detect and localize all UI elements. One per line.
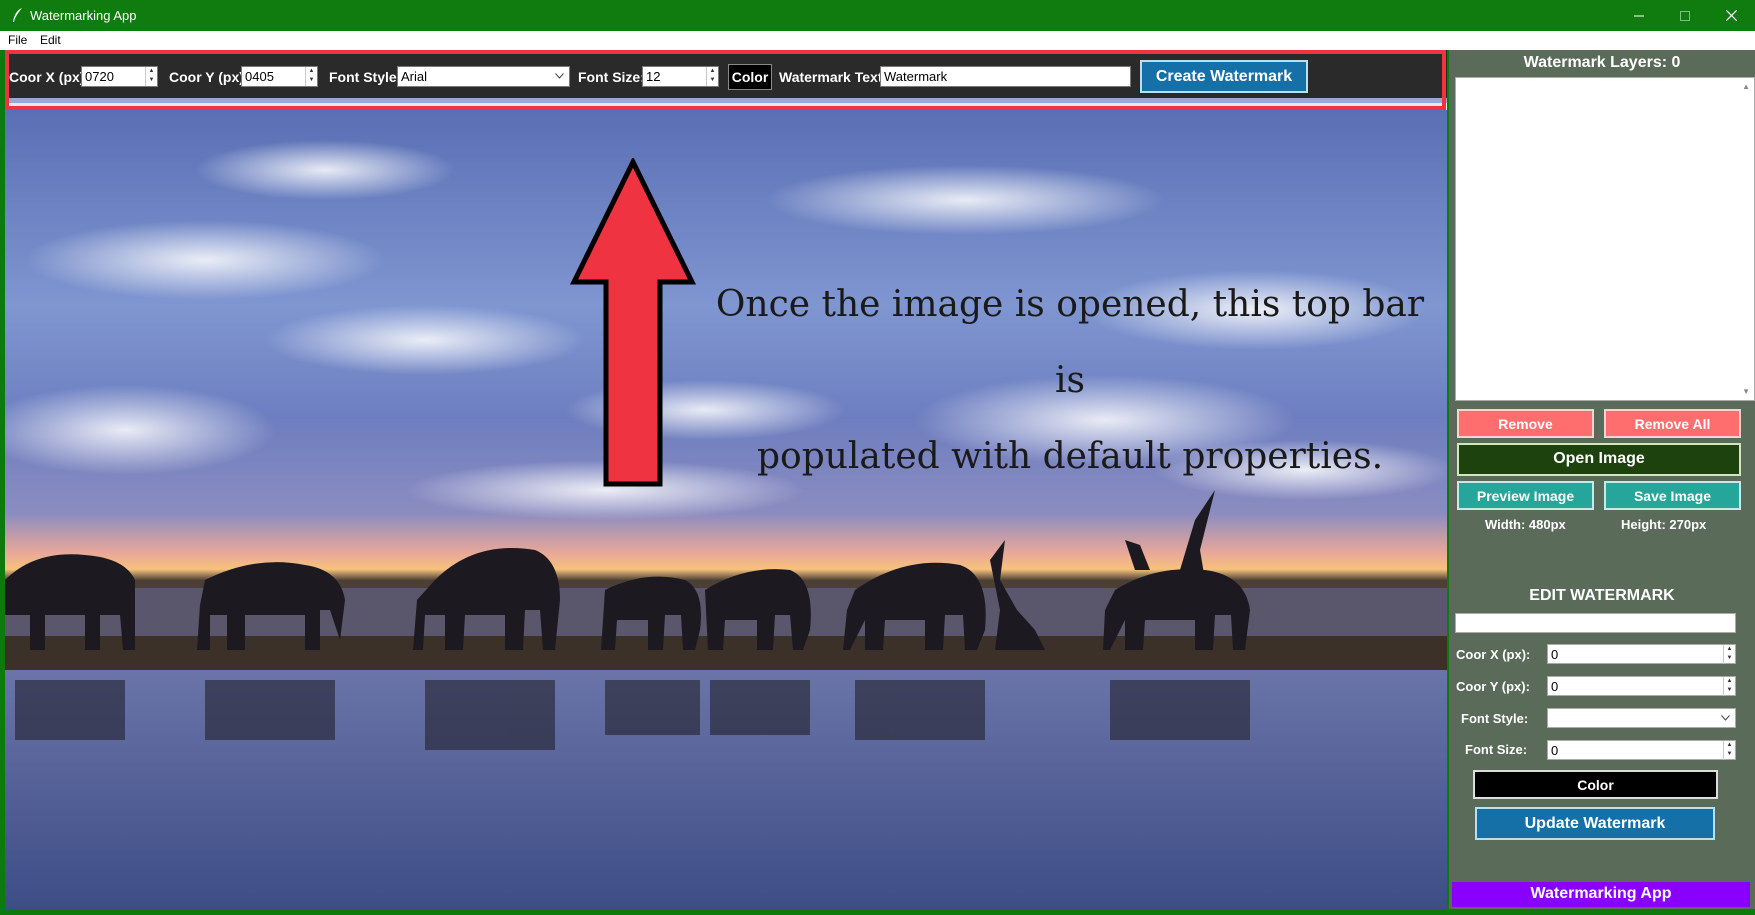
down-arrow-icon: ▼ [1726,751,1733,757]
toolbar-underbar [5,98,1447,103]
coor-x-value: 0720 [85,69,114,84]
menu-file[interactable]: File [8,33,27,47]
annotation-line-1: Once the image is opened, this top bar i… [715,284,1425,401]
edit-coor-y-spinbox[interactable]: 0 ▲ ▼ [1547,676,1736,696]
maximize-button[interactable] [1662,0,1708,31]
up-arrow-icon: ▲ [709,68,716,74]
menu-edit[interactable]: Edit [40,33,61,47]
edit-coor-y-label: Coor Y (px): [1456,679,1530,694]
scroll-up-icon[interactable]: ▲ [1742,82,1750,91]
close-icon [1725,10,1737,21]
up-arrow-icon: ▲ [1726,646,1733,652]
open-image-button[interactable]: Open Image [1457,443,1741,476]
up-arrow-icon: ▲ [308,68,315,74]
coor-x-stepper[interactable]: ▲ ▼ [145,67,157,86]
edit-watermark-text-input[interactable] [1455,613,1736,633]
edit-coor-x-stepper[interactable]: ▲ ▼ [1723,645,1735,664]
edit-watermark-title: EDIT WATERMARK [1529,587,1675,604]
maximize-icon [1680,10,1690,21]
down-arrow-icon: ▼ [148,77,155,83]
watermark-text-value: Watermark [884,69,948,84]
chevron-down-icon [555,73,564,79]
coor-x-label: Coor X (px): [9,69,90,85]
coor-y-stepper[interactable]: ▲ ▼ [305,67,317,86]
font-size-label: Font Size: [578,69,645,85]
create-watermark-button[interactable]: Create Watermark [1140,60,1308,93]
image-canvas[interactable] [5,110,1447,909]
coor-y-spinbox[interactable]: 0405 ▲ ▼ [241,66,318,87]
coor-y-label: Coor Y (px): [169,69,249,85]
main-area: Coor X (px): 0720 ▲ ▼ Coor Y (px): 0405 ▲… [5,50,1447,909]
edit-color-button[interactable]: Color [1473,770,1718,799]
update-watermark-button[interactable]: Update Watermark [1475,807,1715,840]
edit-font-size-label: Font Size: [1465,742,1528,757]
edit-font-style-select[interactable] [1547,708,1736,728]
top-toolbar: Coor X (px): 0720 ▲ ▼ Coor Y (px): 0405 ▲… [5,50,1447,103]
watermark-text-label: Watermark Text: [779,69,888,85]
down-arrow-icon: ▼ [1726,687,1733,693]
down-arrow-icon: ▼ [308,77,315,83]
up-arrow-annotation-icon [569,158,697,487]
minimize-button[interactable] [1616,0,1662,31]
image-height-info: Height: 270px [1621,517,1707,532]
close-button[interactable] [1708,0,1754,31]
edit-font-size-stepper[interactable]: ▲ ▼ [1723,741,1735,760]
minimize-icon [1634,15,1644,16]
image-width-info: Width: 480px [1485,517,1566,532]
font-style-select[interactable]: Arial [397,66,570,87]
watermark-text-input[interactable]: Watermark [880,66,1131,87]
edit-coor-y-value: 0 [1551,679,1559,694]
coor-y-value: 0405 [245,69,274,84]
scroll-down-icon[interactable]: ▼ [1742,387,1750,396]
up-arrow-icon: ▲ [148,68,155,74]
save-image-button[interactable]: Save Image [1604,481,1741,510]
font-size-value: 12 [646,69,661,84]
window-title: Watermarking App [30,8,137,23]
opened-image [5,110,1447,909]
title-bar: Watermarking App [0,0,1755,31]
font-style-label: Font Style: [329,69,402,85]
edit-font-size-value: 0 [1551,743,1559,758]
edit-coor-x-value: 0 [1551,647,1559,662]
edit-coor-y-stepper[interactable]: ▲ ▼ [1723,677,1735,696]
remove-button[interactable]: Remove [1457,409,1594,438]
annotation-line-2: populated with default properties. [756,436,1384,477]
up-arrow-icon: ▲ [1726,742,1733,748]
watermark-layers-title: Watermark Layers: 0 [1523,54,1681,71]
edit-coor-x-label: Coor X (px): [1456,647,1531,662]
edit-font-style-label: Font Style: [1461,711,1529,726]
menu-bar: File Edit [0,31,1755,50]
preview-image-button[interactable]: Preview Image [1457,481,1594,510]
font-size-spinbox[interactable]: 12 ▲ ▼ [642,66,719,87]
edit-font-size-spinbox[interactable]: 0 ▲ ▼ [1547,740,1736,760]
coor-x-spinbox[interactable]: 0720 ▲ ▼ [81,66,158,87]
chevron-down-icon [1721,715,1730,721]
footer-app-label: Watermarking App [1452,882,1750,907]
up-arrow-icon: ▲ [1726,678,1733,684]
font-style-value: Arial [401,69,428,84]
edit-coor-x-spinbox[interactable]: 0 ▲ ▼ [1547,644,1736,664]
remove-all-button[interactable]: Remove All [1604,409,1741,438]
down-arrow-icon: ▼ [709,77,716,83]
font-size-stepper[interactable]: ▲ ▼ [706,67,718,86]
watermark-layers-list[interactable]: ▲ ▼ [1455,77,1755,401]
annotation-text: Once the image is opened, this top bar i… [705,267,1435,495]
sidebar: Watermark Layers: 0 ▲ ▼ Remove Remove Al… [1449,50,1755,909]
color-button[interactable]: Color [728,64,772,90]
down-arrow-icon: ▼ [1726,655,1733,661]
feather-icon [13,8,22,22]
